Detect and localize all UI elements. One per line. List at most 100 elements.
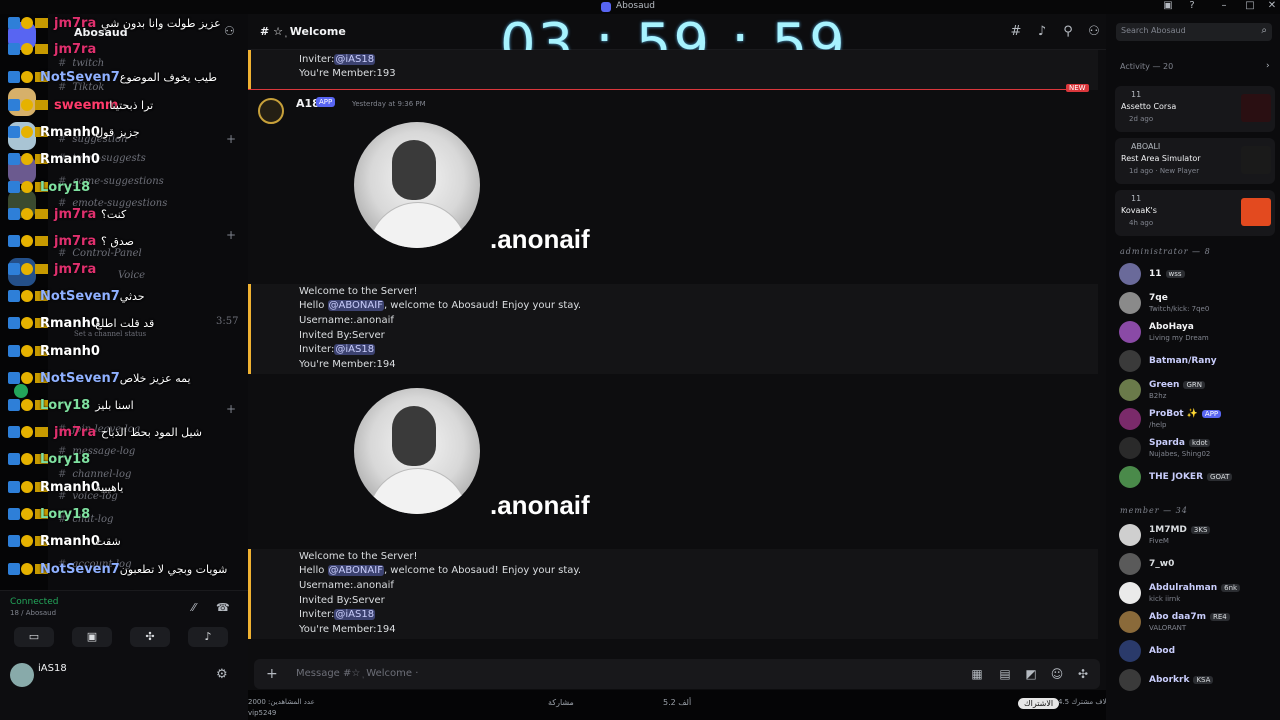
member-item[interactable]: 11 wss bbox=[1115, 261, 1280, 287]
chat-message: ترا ذبحتينا bbox=[109, 99, 154, 112]
message-composer[interactable]: + Message #☆ ᷂ Welcome · ▦ ▤ ◩ ☺ ✣ bbox=[254, 659, 1100, 689]
user-mention[interactable]: @iAS18 bbox=[334, 344, 376, 355]
user-mention[interactable]: @ABONAIF bbox=[327, 300, 384, 311]
welcome-embed: Inviter:@iAS18 You're Member:193 bbox=[248, 50, 1098, 90]
search-input[interactable]: Search Abosaud ⌕ bbox=[1116, 23, 1272, 41]
chat-message: شقت bbox=[95, 535, 121, 548]
user-mention[interactable]: @ABONAIF bbox=[327, 565, 384, 576]
chat-message: حدثي bbox=[119, 290, 145, 303]
member-item[interactable]: Green GRN B2hz bbox=[1115, 377, 1280, 403]
chat-overlay-row: Rmanh0 شقت bbox=[0, 530, 240, 554]
chat-message: كنت؟ bbox=[101, 208, 127, 221]
threads-icon[interactable]: # bbox=[1008, 24, 1024, 40]
member-list-icon[interactable]: ⚇ bbox=[1086, 24, 1102, 40]
chat-username: Lory18 bbox=[40, 398, 91, 413]
gift-icon[interactable]: ▦ bbox=[970, 667, 984, 681]
member-item[interactable]: Batman/Rany bbox=[1115, 348, 1280, 374]
avatar bbox=[1119, 669, 1141, 691]
member-tag: kdot bbox=[1188, 439, 1211, 447]
member-item[interactable]: 7qe Twitch/kick: 7qe0 bbox=[1115, 290, 1280, 316]
chat-overlay-row: Lory18 bbox=[0, 503, 240, 527]
emoji-icon[interactable]: ☺ bbox=[1050, 667, 1064, 681]
activity-card[interactable]: ABOALI Rest Area Simulator 1d ago · New Pl… bbox=[1115, 138, 1275, 184]
user-mention[interactable]: @iAS18 bbox=[334, 609, 376, 620]
subscribe-button[interactable]: الاشتراك bbox=[1018, 698, 1060, 709]
bot-avatar[interactable] bbox=[258, 98, 284, 124]
chat-message: اسنا بليز bbox=[95, 399, 134, 412]
chat-message: عزيز طولت وانا بدون شي bbox=[101, 17, 221, 30]
stream-bottom-bar: مشاركة 5.2 ألف عدد المشاهدين: 2000 vip52… bbox=[248, 690, 1109, 720]
avatar bbox=[1119, 408, 1141, 430]
member-name: 7_w0 bbox=[1149, 559, 1175, 569]
member-item[interactable]: Abdulrahman 6nk kick iirnk bbox=[1115, 580, 1280, 606]
member-item[interactable]: Aborkrk KSA bbox=[1115, 667, 1280, 693]
welcome-banner-image[interactable]: .anonaif bbox=[354, 122, 594, 254]
member-item[interactable]: THE JOKER GOAT bbox=[1115, 464, 1280, 490]
chat-overlay-row: NotSeven7 حدثي bbox=[0, 285, 240, 309]
chat-username: jm7ra bbox=[54, 42, 97, 57]
message-input[interactable]: Message #☆ ᷂ Welcome · bbox=[296, 668, 418, 679]
activities-button[interactable]: ✣ bbox=[130, 627, 170, 647]
chat-overlay-row: jm7ra صدق ؟ bbox=[0, 230, 240, 254]
member-status: B2hz bbox=[1149, 392, 1167, 400]
activity-card[interactable]: 11 Assetto Corsa 2d ago bbox=[1115, 86, 1275, 132]
member-item[interactable]: Abod bbox=[1115, 638, 1280, 664]
member-item[interactable]: 1M7MD 3KS FiveM bbox=[1115, 522, 1280, 548]
noise-suppression-icon[interactable]: ⁄⁄ bbox=[192, 601, 196, 614]
maximize-button[interactable]: □ bbox=[1238, 0, 1262, 14]
disconnect-icon[interactable]: ☎ bbox=[216, 601, 230, 614]
avatar[interactable] bbox=[10, 663, 34, 687]
help-icon[interactable]: ? bbox=[1180, 0, 1204, 14]
member-name: THE JOKER bbox=[1149, 472, 1204, 482]
member-name: Abo daa7m bbox=[1149, 612, 1206, 622]
member-item[interactable]: ProBot ✨ APP/help bbox=[1115, 406, 1280, 432]
member-item[interactable]: Abo daa7m RE4 VALORANT bbox=[1115, 609, 1280, 635]
window-title: Abosaud bbox=[616, 1, 655, 11]
like-count[interactable]: 5.2 ألف bbox=[663, 698, 691, 707]
gif-icon[interactable]: ▤ bbox=[998, 667, 1012, 681]
member-tag: GRN bbox=[1183, 381, 1205, 389]
member-item[interactable]: AboHaya Living my Dream bbox=[1115, 319, 1280, 345]
chat-message: طيب يخوف الموضوع bbox=[119, 71, 217, 84]
welcome-banner-image[interactable]: .anonaif bbox=[354, 388, 594, 520]
notification-bell-icon[interactable]: ♪ bbox=[1034, 24, 1050, 40]
minimize-button[interactable]: – bbox=[1212, 0, 1236, 14]
member-tag: KSA bbox=[1193, 676, 1214, 684]
chat-message: شويات وبجي لا تطعبون bbox=[119, 563, 228, 576]
pin-icon[interactable]: ⚲ bbox=[1060, 24, 1076, 40]
member-status: FiveM bbox=[1149, 537, 1169, 545]
share-button[interactable]: مشاركة bbox=[548, 698, 574, 707]
chat-message: جزيز قول bbox=[95, 126, 140, 139]
chat-message: قد قلت اطلع bbox=[95, 317, 155, 330]
member-list: Search Abosaud ⌕ Activity — 20 › 11 Asset… bbox=[1106, 14, 1280, 720]
user-mention[interactable]: @iAS18 bbox=[334, 54, 376, 65]
member-item[interactable]: 7_w0 bbox=[1115, 551, 1280, 577]
chat-username: Rmanh0 bbox=[40, 344, 100, 359]
inbox-icon[interactable]: ▣ bbox=[1156, 0, 1180, 14]
activity-game: Assetto Corsa bbox=[1121, 102, 1177, 111]
welcome-embed: Welcome to the Server! Hello @ABONAIF, w… bbox=[248, 549, 1098, 639]
chat-overlay-row: NotSeven7 يمه عزيز خلاص bbox=[0, 367, 240, 391]
avatar bbox=[1119, 263, 1141, 285]
channel-title: # ☆ ᷂ Welcome bbox=[260, 25, 346, 38]
chevron-right-icon[interactable]: › bbox=[1266, 61, 1270, 71]
close-button[interactable]: ✕ bbox=[1260, 0, 1280, 14]
chat-message: شيل المود بحط الذباح bbox=[101, 426, 203, 439]
activity-card[interactable]: 11 KovaaK's 4h ago bbox=[1115, 190, 1275, 236]
profile-photo bbox=[354, 122, 480, 248]
profile-photo bbox=[354, 388, 480, 514]
soundboard-button[interactable]: ♪ bbox=[188, 627, 228, 647]
sticker-icon[interactable]: ◩ bbox=[1024, 667, 1038, 681]
member-item[interactable]: Sparda kdot Nujabes, Shing02 bbox=[1115, 435, 1280, 461]
camera-button[interactable]: ▭ bbox=[14, 627, 54, 647]
member-name: Batman/Rany bbox=[1149, 356, 1217, 366]
attach-plus-icon[interactable]: + bbox=[266, 666, 278, 682]
avatar bbox=[1119, 611, 1141, 633]
screen-share-button[interactable]: ▣ bbox=[72, 627, 112, 647]
member-status: VALORANT bbox=[1149, 624, 1187, 632]
settings-gear-icon[interactable]: ⚙ bbox=[216, 667, 228, 682]
apps-icon[interactable]: ✣ bbox=[1076, 667, 1090, 681]
app-logo-icon bbox=[601, 2, 611, 12]
chat-overlay-row: jm7ra bbox=[0, 258, 240, 282]
chat-username: jm7ra bbox=[54, 207, 97, 222]
